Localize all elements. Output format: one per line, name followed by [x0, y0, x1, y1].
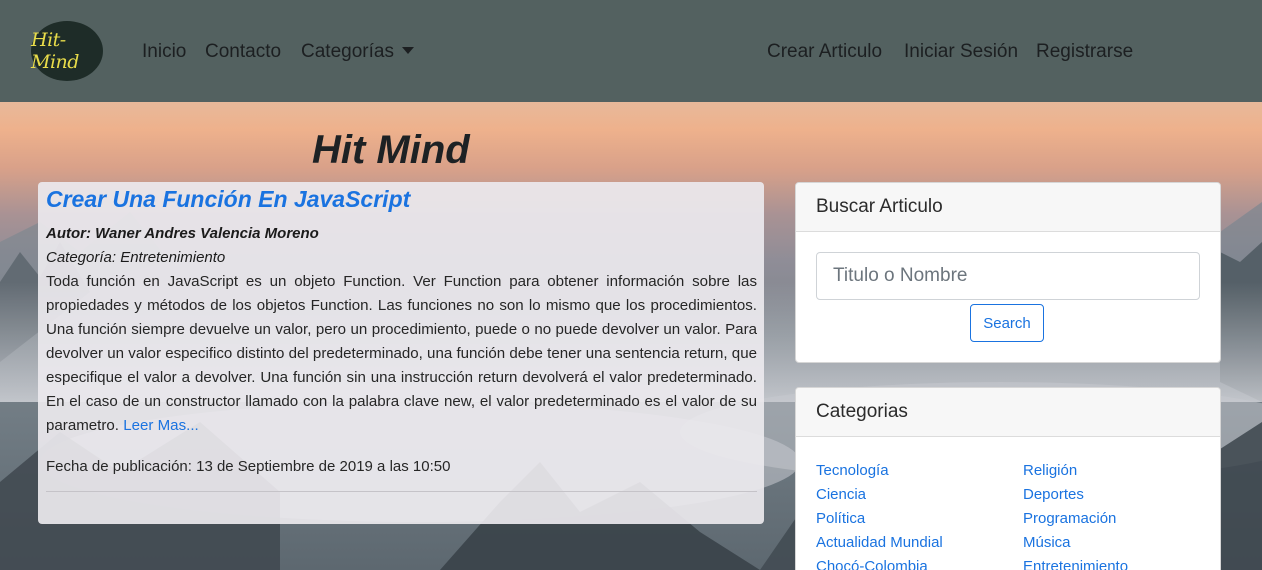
page-title: Hit Mind	[312, 128, 470, 172]
article-excerpt: Toda función en JavaScript es un objeto …	[46, 270, 757, 438]
site-logo[interactable]: Hit-Mind	[31, 21, 103, 81]
logo-text: Hit-Mind	[31, 29, 79, 73]
category-link[interactable]: Programación	[1023, 507, 1128, 531]
category-link[interactable]: Música	[1023, 531, 1128, 555]
article-category: Categoría: Entretenimiento	[46, 249, 226, 266]
nav-dropdown-label: Categorías	[301, 41, 394, 62]
article-title-link[interactable]: Crear Una Función En JavaScript	[46, 184, 757, 214]
category-link[interactable]: Actualidad Mundial	[816, 531, 943, 555]
nav-link-create-article[interactable]: Crear Articulo	[767, 41, 882, 63]
categories-list-left: Tecnología Ciencia Política Actualidad M…	[816, 459, 943, 570]
nav-dropdown-categories[interactable]: Categorías	[301, 41, 414, 63]
categories-card: Categorias Tecnología Ciencia Política A…	[795, 387, 1221, 570]
article-publish-date: Fecha de publicación: 13 de Septiembre d…	[46, 458, 451, 475]
search-card-header: Buscar Articulo	[796, 183, 1220, 232]
search-card: Buscar Articulo Search	[795, 182, 1221, 363]
category-link[interactable]: Chocó-Colombia	[816, 555, 943, 570]
search-button[interactable]: Search	[970, 304, 1044, 342]
read-more-link[interactable]: Leer Mas...	[123, 417, 199, 434]
top-navbar: Hit-Mind Inicio Contacto Categorías Crea…	[0, 0, 1262, 102]
nav-link-register[interactable]: Registrarse	[1036, 41, 1133, 63]
categories-card-header: Categorias	[796, 388, 1220, 437]
category-link[interactable]: Religión	[1023, 459, 1128, 483]
category-link[interactable]: Ciencia	[816, 483, 943, 507]
article-divider	[46, 491, 757, 492]
category-link[interactable]: Entretenimiento	[1023, 555, 1128, 570]
category-link[interactable]: Política	[816, 507, 943, 531]
nav-link-contact[interactable]: Contacto	[205, 41, 281, 63]
category-link[interactable]: Tecnología	[816, 459, 943, 483]
article-author: Autor: Waner Andres Valencia Moreno	[46, 225, 319, 242]
nav-link-home[interactable]: Inicio	[142, 41, 186, 63]
search-input[interactable]	[816, 252, 1200, 300]
article-excerpt-text: Toda función en JavaScript es un objeto …	[46, 273, 757, 434]
caret-down-icon	[401, 47, 414, 54]
categories-list-right: Religión Deportes Programación Música En…	[1023, 459, 1128, 570]
category-link[interactable]: Deportes	[1023, 483, 1128, 507]
nav-link-login[interactable]: Iniciar Sesión	[904, 41, 1018, 63]
article-card: Crear Una Función En JavaScript Autor: W…	[38, 182, 764, 524]
